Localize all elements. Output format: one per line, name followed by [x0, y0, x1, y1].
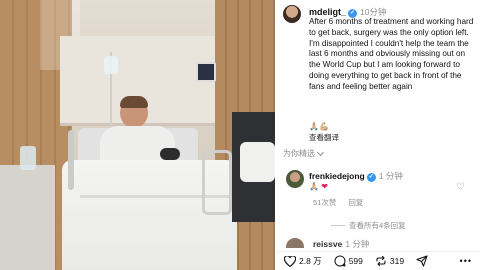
post-photo: [0, 0, 275, 270]
likes-count: 2.8 万: [299, 256, 322, 266]
post-time: 10分钟: [360, 7, 387, 17]
avatar[interactable]: [286, 238, 304, 248]
post-username[interactable]: mdeligt_: [309, 7, 346, 17]
medical-monitor: [196, 62, 216, 82]
arm-sling: [160, 148, 180, 160]
comments-filter[interactable]: 为你精选: [283, 148, 325, 159]
heart-icon: ❤: [318, 182, 328, 191]
see-translation-link[interactable]: 查看翻译: [309, 132, 339, 143]
avatar[interactable]: [283, 5, 301, 23]
comment-text: 🙏🏼 ❤: [309, 182, 328, 191]
like-button[interactable]: 2.8 万: [284, 255, 322, 267]
bed-rail-right: [202, 150, 232, 215]
comment-bubble-icon: [334, 255, 346, 267]
comment-item: frenkiedejong ✓ 1 分钟 🙏🏼 ❤ ♡ 51次赞 回复: [283, 170, 475, 220]
iv-bag: [104, 56, 118, 74]
water-bottle: [20, 146, 36, 170]
bed-rail-left: [68, 130, 74, 190]
comments-filter-label: 为你精选: [283, 149, 315, 158]
comment-item: reissve 1 分钟: [283, 238, 475, 248]
comment-header: reissve 1 分钟: [313, 238, 369, 248]
send-button[interactable]: [416, 255, 431, 267]
comment-username[interactable]: reissve: [313, 239, 342, 248]
verified-icon: ✓: [366, 173, 376, 182]
view-replies-label: 查看所有4条回复: [349, 221, 406, 230]
second-bed: [240, 142, 275, 182]
reply-button[interactable]: 回复: [348, 197, 363, 208]
comments-count: 599: [348, 256, 363, 266]
more-options-icon[interactable]: •••: [460, 256, 472, 266]
send-icon: [416, 255, 428, 267]
caption-emoji: 🙏🏼💪🏼: [309, 122, 329, 131]
like-comment-heart-icon[interactable]: ♡: [456, 182, 465, 193]
chevron-down-icon: [316, 148, 325, 156]
comment-likes[interactable]: 51次赞: [313, 197, 336, 208]
nightstand: [0, 165, 55, 270]
comments-panel: mdeligt_ ✓ 10分钟 After 6 months of treatmen…: [275, 0, 480, 270]
share-icon: [376, 255, 386, 267]
comment-emoji: 🙏🏼: [309, 182, 319, 191]
patient-hair: [120, 96, 148, 108]
post-caption: After 6 months of treatment and working …: [309, 17, 474, 91]
shares-count: 319: [389, 256, 405, 266]
view-replies-button[interactable]: 查看所有4条回复: [331, 220, 406, 231]
comment-time: 1 分钟: [378, 171, 403, 181]
comment-time: 1 分钟: [345, 239, 370, 248]
comment-header: frenkiedejong ✓ 1 分钟: [309, 170, 403, 182]
share-button[interactable]: 319: [375, 255, 404, 267]
heart-icon: [284, 255, 296, 267]
action-bar: 2.8 万 599 319 •••: [275, 251, 480, 270]
comment-username[interactable]: frenkiedejong: [309, 171, 365, 181]
divider: [331, 225, 345, 226]
comment-meta: 51次赞 回复: [313, 197, 363, 208]
avatar[interactable]: [286, 170, 304, 188]
comment-button[interactable]: 599: [334, 255, 363, 267]
